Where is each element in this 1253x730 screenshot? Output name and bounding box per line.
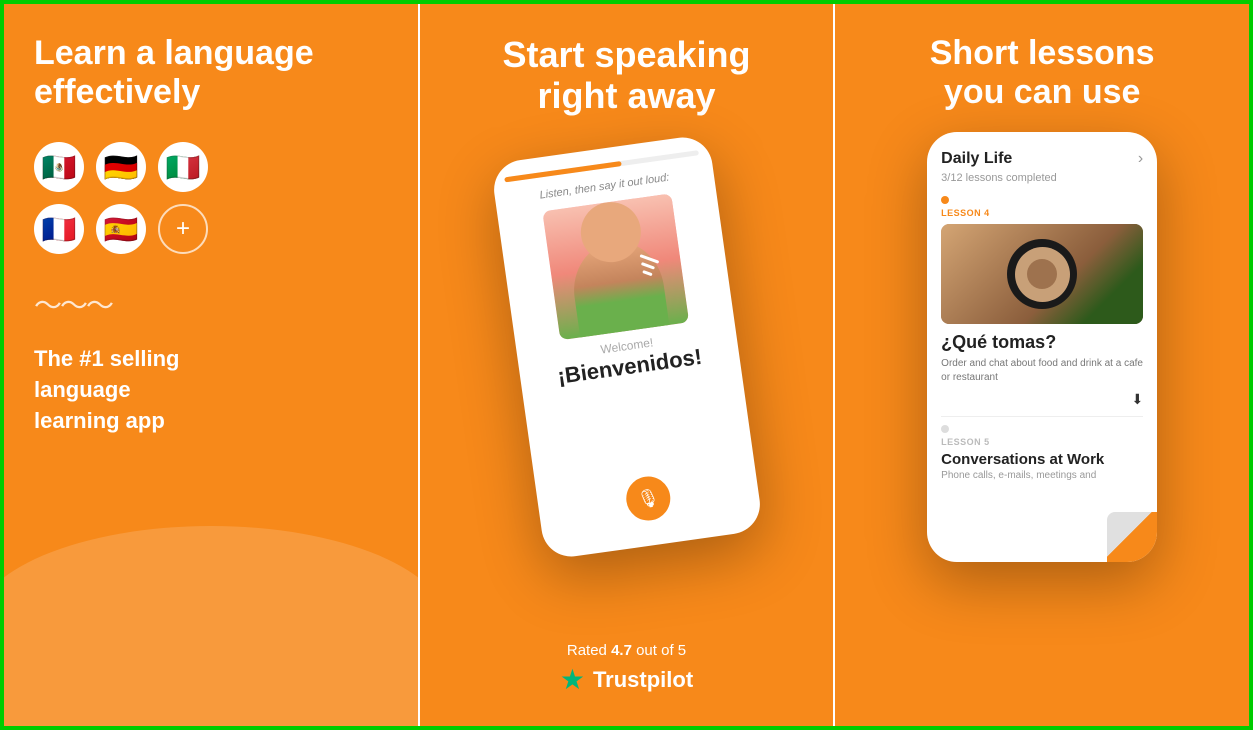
flags-grid: 🇲🇽 🇩🇪 🇮🇹 🇫🇷 🇪🇸 + [34,142,388,254]
mic-icon: 🎙 [635,486,661,510]
panel3-title: Short lessons you can use [930,34,1155,112]
flag-italy: 🇮🇹 [158,142,208,192]
chevron-icon: › [1138,150,1143,168]
page-curl-decoration [1107,512,1157,562]
panel2-center: Start speaking right away Listen, then s… [450,34,804,696]
panel1-title: Learn a language effectively [34,34,388,112]
lessons-completed: 3/12 lessons completed [941,172,1143,184]
lesson5-label: LESSON 5 [941,437,1143,447]
rating-value: 4.7 [611,642,632,659]
lesson4-label: LESSON 4 [941,208,1143,218]
flag-france: 🇫🇷 [34,204,84,254]
lesson5-dot [941,425,949,433]
progress-fill [504,161,621,182]
section-title: Daily Life [941,150,1012,168]
rating-section: Rated 4.7 out of 5 ★ Trustpilot [420,642,834,696]
lesson-divider [941,416,1143,417]
panel-learn: Learn a language effectively 🇲🇽 🇩🇪 🇮🇹 🇫🇷… [4,4,418,726]
lesson4-dot [941,196,949,204]
lesson-section-header: Daily Life › [941,150,1143,168]
lesson5-desc: Phone calls, e-mails, meetings and [941,470,1143,481]
flag-spain: 🇪🇸 [96,204,146,254]
panel1-subtitle: The #1 selling language learning app [34,344,388,436]
panel2-title: Start speaking right away [502,34,750,117]
flag-germany: 🇩🇪 [96,142,146,192]
sparkle-2 [640,262,654,270]
lesson4-image [941,224,1143,324]
lesson4-desc: Order and chat about food and drink at a… [941,357,1143,385]
phone-mockup-lessons: Daily Life › 3/12 lessons completed LESS… [927,132,1157,562]
download-icon[interactable]: ⬇ [941,391,1143,408]
rating-text: Rated 4.7 out of 5 [420,642,834,659]
panel1-curve-decoration [4,526,418,726]
phone-person-image [542,193,689,340]
trustpilot-row: ★ Trustpilot [420,663,834,696]
flag-mexico: 🇲🇽 [34,142,84,192]
panel-speaking: Start speaking right away Listen, then s… [420,4,834,726]
lesson4-title: ¿Qué tomas? [941,332,1143,353]
panel3-content: Short lessons you can use Daily Life › 3… [865,34,1219,562]
more-languages-button[interactable]: + [158,204,208,254]
trustpilot-label: Trustpilot [593,667,693,693]
trustpilot-star: ★ [560,663,585,696]
panel-lessons: Short lessons you can use Daily Life › 3… [835,4,1249,726]
mic-button[interactable]: 🎙 [623,473,673,523]
phone2-inner: Daily Life › 3/12 lessons completed LESS… [927,132,1157,562]
phone-mockup-speaking: Listen, then say it out loud: Welcome! ¡… [490,133,764,560]
lesson5-title: Conversations at Work [941,451,1143,468]
wave-decoration: 〜〜〜 [34,284,388,324]
app-container: Learn a language effectively 🇲🇽 🇩🇪 🇮🇹 🇫🇷… [4,4,1249,726]
